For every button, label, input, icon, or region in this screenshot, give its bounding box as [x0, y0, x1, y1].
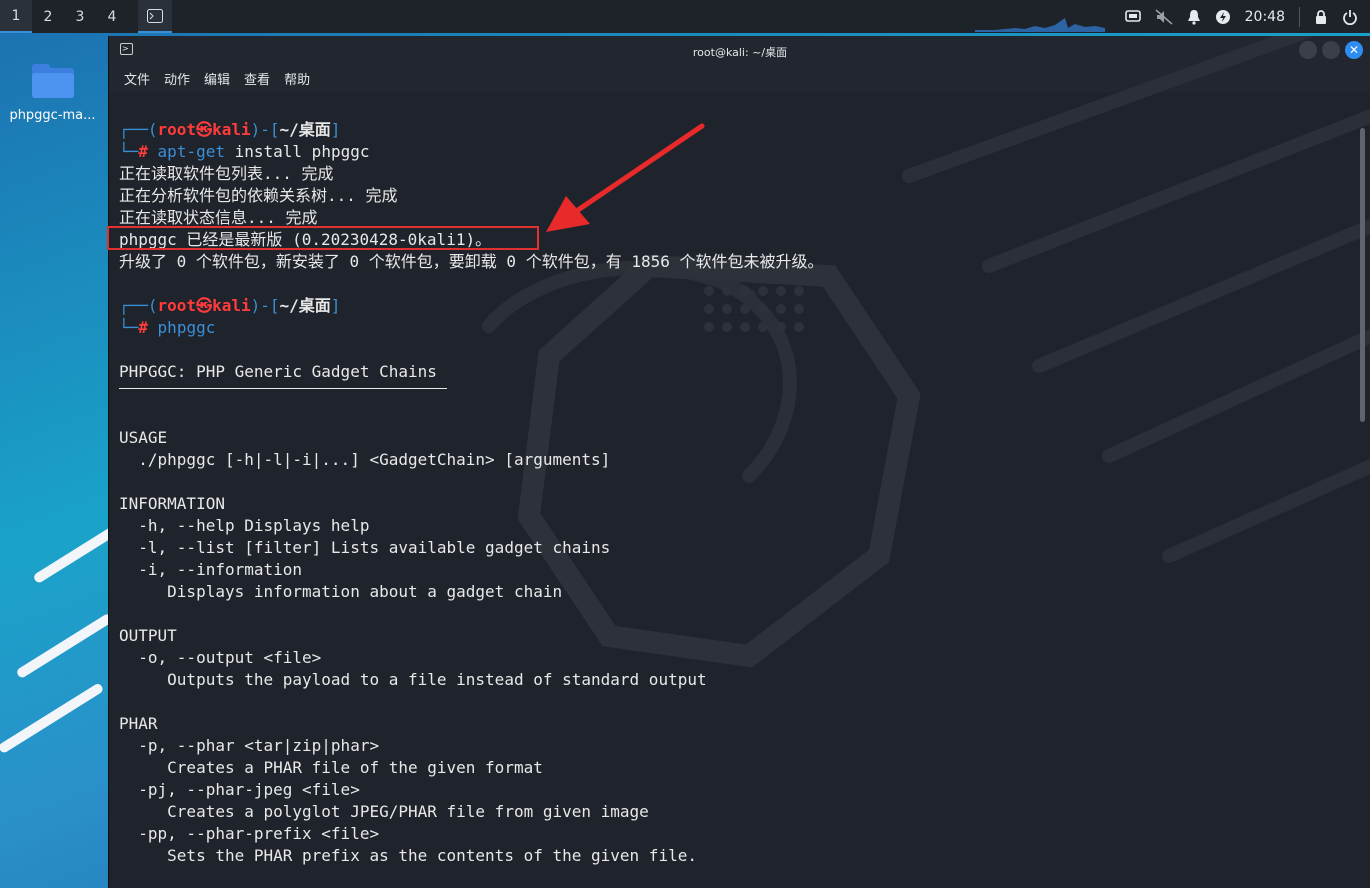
menu-action[interactable]: 动作 — [164, 69, 190, 88]
help-line: Sets the PHAR prefix as the contents of … — [119, 846, 697, 865]
help-line: INFORMATION — [119, 494, 225, 513]
help-line — [119, 405, 1357, 427]
desktop-folder-phpggc[interactable]: phpggc-ma... — [0, 60, 105, 123]
logout-icon[interactable] — [1342, 9, 1358, 25]
output-line: 正在读取软件包列表... 完成 — [119, 164, 334, 183]
prompt-line-command: └─# apt-get install phpggc — [119, 142, 370, 161]
taskbar: 1 2 3 4 20:48 — [0, 0, 1370, 33]
clock[interactable]: 20:48 — [1245, 9, 1285, 25]
help-line: ./phpggc [-h|-l|-i|...] <GadgetChain> [a… — [119, 450, 611, 469]
taskbar-terminal-button[interactable] — [138, 0, 172, 33]
notification-bell-icon[interactable] — [1187, 9, 1201, 25]
help-line — [119, 471, 1357, 493]
wallpaper-streak — [0, 682, 105, 755]
workspace-3[interactable]: 3 — [64, 0, 96, 33]
help-line: USAGE — [119, 428, 168, 447]
help-line: Displays information about a gadget chai… — [119, 582, 563, 601]
help-line: Creates a polyglot JPEG/PHAR file from g… — [119, 802, 649, 821]
output-line: 升级了 0 个软件包，新安装了 0 个软件包，要卸载 0 个软件包，有 1856… — [119, 252, 824, 271]
help-line: OUTPUT — [119, 626, 177, 645]
help-line: Creates a PHAR file of the given format — [119, 758, 543, 777]
prompt-line-top: ┌──(root㉿kali)-[~/桌面] — [119, 120, 341, 139]
terminal-scrollbar[interactable] — [1360, 128, 1365, 422]
terminal-window: > root@kali: ~/桌面 ✕ 文件 动作 编辑 查看 帮助 ┌──(r… — [108, 36, 1370, 888]
help-line: -p, --phar <tar|zip|phar> — [119, 736, 380, 755]
workspace-2[interactable]: 2 — [32, 0, 64, 33]
menu-help[interactable]: 帮助 — [284, 69, 310, 88]
help-title-rule — [119, 383, 1357, 405]
terminal-output[interactable]: ┌──(root㉿kali)-[~/桌面] └─# apt-get instal… — [109, 92, 1357, 888]
help-line: -i, --information — [119, 560, 303, 579]
menu-bar: 文件 动作 编辑 查看 帮助 — [109, 64, 1370, 92]
window-title: root@kali: ~/桌面 — [692, 46, 788, 59]
maximize-button[interactable] — [1322, 41, 1340, 59]
help-line: -pp, --phar-prefix <file> — [119, 824, 380, 843]
menu-edit[interactable]: 编辑 — [204, 69, 230, 88]
desktop-folder-label: phpggc-ma... — [9, 108, 96, 123]
wallpaper-streak — [15, 612, 114, 680]
highlight-box — [107, 226, 539, 250]
prompt-line-command: └─# phpggc — [119, 318, 216, 337]
close-button[interactable]: ✕ — [1345, 41, 1363, 59]
help-line: -o, --output <file> — [119, 648, 322, 667]
window-titlebar[interactable]: > root@kali: ~/桌面 ✕ — [109, 36, 1370, 64]
help-line: -l, --list [filter] Lists available gadg… — [119, 538, 611, 557]
terminal-icon — [147, 8, 163, 23]
workspace-4[interactable]: 4 — [96, 0, 128, 33]
help-line — [119, 691, 1357, 713]
help-line: PHAR — [119, 714, 158, 733]
volume-muted-icon[interactable] — [1155, 8, 1173, 25]
help-line: -pj, --phar-jpeg <file> — [119, 780, 360, 799]
help-line: Outputs the payload to a file instead of… — [119, 670, 707, 689]
power-manager-icon[interactable] — [1215, 9, 1231, 25]
cpu-graph — [975, 18, 1105, 32]
tray-separator — [1299, 6, 1300, 27]
help-line — [119, 603, 1357, 625]
help-line: -h, --help Displays help — [119, 516, 370, 535]
menu-file[interactable]: 文件 — [124, 69, 150, 88]
folder-icon — [31, 64, 74, 98]
system-tray: 20:48 — [1124, 0, 1370, 33]
output-line: 正在分析软件包的依赖关系树... 完成 — [119, 186, 398, 205]
menu-view[interactable]: 查看 — [244, 69, 270, 88]
display-icon[interactable] — [1124, 9, 1141, 24]
help-title: PHPGGC: PHP Generic Gadget Chains — [119, 362, 437, 381]
workspace-1[interactable]: 1 — [0, 0, 32, 33]
minimize-button[interactable] — [1299, 41, 1317, 59]
prompt-line-top: ┌──(root㉿kali)-[~/桌面] — [119, 296, 341, 315]
lock-icon[interactable] — [1314, 9, 1328, 25]
